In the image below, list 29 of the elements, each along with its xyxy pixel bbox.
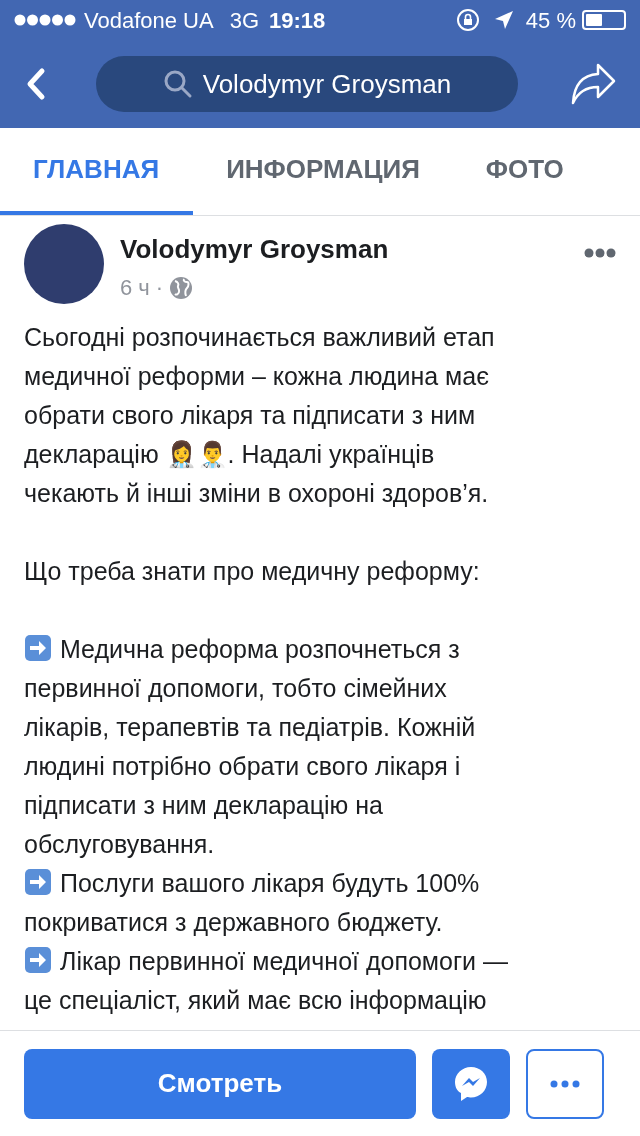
- author-name[interactable]: Volodymyr Groysman: [120, 230, 584, 269]
- messenger-icon: [454, 1065, 488, 1102]
- post-time: 6 ч: [120, 274, 150, 302]
- rotation-lock-icon: [455, 8, 480, 32]
- page-tab[interactable]: ИНФОРМАЦИЯ: [193, 128, 453, 215]
- more-button[interactable]: [526, 1048, 604, 1119]
- battery-icon: [582, 10, 626, 30]
- signal-icon: [14, 14, 76, 26]
- messenger-button[interactable]: [432, 1048, 510, 1119]
- view-button[interactable]: Смотреть: [24, 1048, 416, 1119]
- post-paragraph: Сьогодні розпочинається важливий етап медичної реформи – кожна людина має обрати свого лікаря та підписати з ним декларацію 👩‍⚕👨‍⚕. Надалі українців чекають й інші зміни в охороні здоров’я.: [24, 322, 495, 509]
- bullet-text: Послуги вашого лікаря будуть 100% покриватися з державного бюджету.: [24, 867, 480, 938]
- bullet-text: Медична реформа розпочнеться з первинної допомоги, тобто сімейних лікарів, терапевтів та педіатрів. Кожній людині потрібно обрати свого лікаря і підписати з ним декларацію на обслуговування.: [24, 633, 476, 860]
- clock-time: 19:18: [269, 6, 326, 35]
- share-icon[interactable]: [570, 62, 616, 106]
- more-options-icon[interactable]: [584, 248, 616, 258]
- location-arrow-icon: [493, 10, 514, 30]
- page-tab[interactable]: ФОТО: [452, 128, 588, 215]
- carrier-name: Vodafone UA: [84, 6, 214, 35]
- search-field[interactable]: Volodymyr Groysman: [96, 56, 518, 112]
- bullet-text: Лікар первинної медичної допомоги — це спеціаліст, який має всю інформацію: [24, 945, 508, 1016]
- more-icon: [550, 1079, 580, 1088]
- battery-percent: 45 %: [525, 6, 576, 35]
- post-paragraph: Що треба знати про медичну реформу:: [24, 556, 480, 587]
- search-icon: [162, 69, 193, 99]
- network-type: 3G: [229, 6, 260, 35]
- page-tab[interactable]: ГЛАВНАЯ: [0, 128, 194, 215]
- globe-icon: [169, 275, 194, 300]
- separator-dot: ·: [155, 274, 164, 302]
